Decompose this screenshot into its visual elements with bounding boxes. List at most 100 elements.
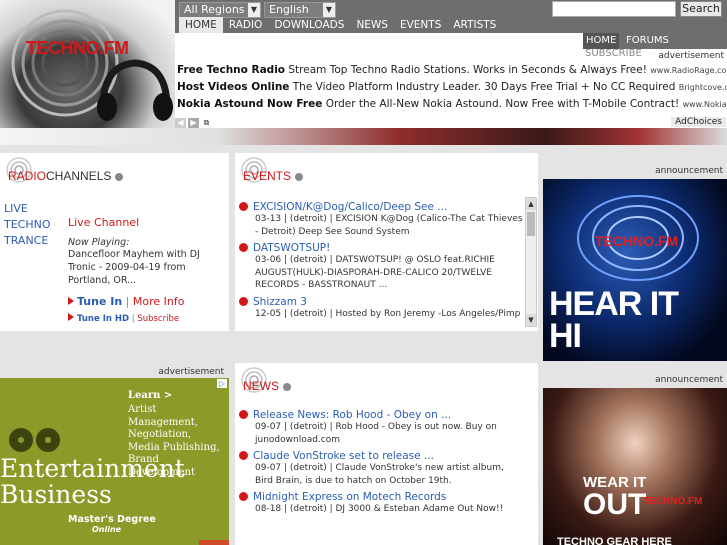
- text-ads: Free Techno Radio Stream Top Techno Radi…: [177, 64, 727, 115]
- ad-online: Online: [92, 525, 122, 534]
- announcement-label: announcement: [655, 166, 723, 176]
- events-panel: EVENTS EXCISION/K@Dog/Calico/Deep See ..…: [235, 153, 538, 331]
- entertainment-business-ad[interactable]: ▷ Learn > Artist Management, Negotiation…: [0, 378, 229, 545]
- list-item: Claude VonStroke set to release ... 09-0…: [239, 450, 523, 487]
- news-link[interactable]: Claude VonStroke set to release ...: [253, 450, 434, 462]
- tune-in-hd-link[interactable]: Tune In HD: [77, 314, 129, 324]
- ad-headline: Entertainment Business: [0, 454, 185, 509]
- subnav-forums[interactable]: FORUMS: [626, 35, 669, 46]
- next-arrow-icon[interactable]: ▶: [188, 118, 199, 128]
- banner-brand: TECHNO.FM: [595, 233, 679, 249]
- events-scrollbar[interactable]: ▲ ▼: [525, 197, 537, 327]
- announcement-banner-hear-it[interactable]: TECHNO.FM HEAR IT HI QUALITY: [543, 179, 727, 361]
- settings-icon[interactable]: [115, 172, 124, 181]
- subnav-subscribe[interactable]: SUBSCRIBE: [585, 48, 642, 59]
- announcement-banner-wear-it[interactable]: WEAR IT OUT TECHNO.FM TECHNO GEAR HERE: [543, 388, 727, 545]
- language-select[interactable]: English ▼: [264, 2, 336, 18]
- event-link[interactable]: EXCISION/K@Dog/Calico/Deep See ...: [253, 201, 447, 213]
- event-details: 03-06 | (detroit) | DATSWOTSUP! @ OSLO f…: [255, 255, 495, 290]
- nav-downloads[interactable]: DOWNLOADS: [268, 17, 350, 33]
- settings-icon[interactable]: [283, 382, 291, 391]
- search-button[interactable]: Search: [680, 1, 722, 17]
- text-ad[interactable]: Free Techno Radio Stream Top Techno Radi…: [177, 64, 727, 81]
- subnav-home[interactable]: HOME: [583, 33, 620, 49]
- news-details: 09-07 | (detroit) | Rob Hood - Obey is o…: [255, 422, 497, 445]
- film-reel-icon: [9, 428, 60, 452]
- more-info-link[interactable]: More Info: [133, 295, 185, 308]
- tab-live[interactable]: LIVE: [4, 201, 51, 217]
- info-icon: [239, 410, 248, 419]
- news-list: Release News: Rob Hood - Obey on ... 09-…: [239, 409, 523, 520]
- live-channel-title: Live Channel: [68, 216, 140, 229]
- banner-brand: TECHNO.FM: [643, 496, 703, 507]
- announcement-label: announcement: [655, 375, 723, 385]
- tab-trance[interactable]: TRANCE: [4, 233, 51, 249]
- adchoices-link[interactable]: AdChoices: [671, 117, 726, 127]
- nav-home[interactable]: HOME: [179, 17, 223, 33]
- tab-techno[interactable]: TECHNO: [4, 217, 51, 233]
- banner-line-2: HI QUALITY: [549, 317, 692, 361]
- adchoices-icon[interactable]: ▷: [216, 379, 227, 388]
- region-select[interactable]: All Regions ▼: [179, 2, 261, 18]
- play-icon: [68, 313, 74, 321]
- event-link[interactable]: Shizzam 3: [253, 296, 307, 308]
- settings-icon[interactable]: [295, 172, 304, 181]
- nav-events[interactable]: EVENTS: [394, 17, 447, 33]
- radio-content: Live Channel Now Playing: Dancefloor May…: [68, 216, 223, 324]
- list-item: Shizzam 3 12-05 | (detroit) | Hosted by …: [239, 296, 523, 321]
- top-nav-bar: All Regions ▼ English ▼ Search HOME RADIO …: [175, 0, 727, 33]
- main-nav: HOME RADIO DOWNLOADS NEWS EVENTS ARTISTS: [179, 17, 502, 33]
- nav-news[interactable]: NEWS: [350, 17, 394, 33]
- separator: |: [131, 314, 135, 324]
- news-panel: NEWS Release News: Rob Hood - Obey on ..…: [235, 363, 538, 545]
- radio-channels-panel: RADIOCHANNELS LIVE TECHNO TRANCE Live Ch…: [0, 153, 229, 331]
- scrollbar-thumb[interactable]: [527, 212, 535, 236]
- scroll-up-icon[interactable]: ▲: [526, 198, 536, 210]
- headphones-icon: [97, 59, 173, 121]
- text-ad[interactable]: Nokia Astound Now Free Order the All-New…: [177, 98, 727, 115]
- ad-learn: Learn >: [128, 390, 173, 401]
- search-input[interactable]: [552, 1, 676, 17]
- news-details: 09-07 | (detroit) | Claude VonStroke's n…: [255, 463, 504, 486]
- site-logo[interactable]: TECHNO.FM: [0, 0, 175, 128]
- scroll-down-icon[interactable]: ▼: [526, 314, 536, 326]
- panel-title: NEWS: [243, 379, 291, 393]
- event-link[interactable]: DATSWOTSUP!: [253, 242, 330, 254]
- info-icon: [239, 296, 248, 306]
- tune-in-hd-row: Tune In HD | Subscribe: [68, 313, 223, 324]
- info-icon: [239, 202, 248, 211]
- nav-artists[interactable]: ARTISTS: [447, 17, 502, 33]
- banner-line-2: OUT: [583, 488, 647, 521]
- ad-pager: ◀ ▶ ⧉: [175, 118, 212, 128]
- event-details: 12-05 | (detroit) | Hosted by Ron Jeremy…: [255, 308, 521, 319]
- list-item: EXCISION/K@Dog/Calico/Deep See ... 03-13…: [239, 201, 523, 238]
- nav-radio[interactable]: RADIO: [223, 17, 269, 33]
- tune-in-link[interactable]: Tune In: [77, 295, 122, 308]
- panel-title: EVENTS: [243, 169, 304, 183]
- list-item: Release News: Rob Hood - Obey on ... 09-…: [239, 409, 523, 446]
- play-icon: [68, 297, 74, 305]
- expand-icon[interactable]: ⧉: [201, 118, 212, 128]
- banner-bottom-text: TECHNO GEAR HERE: [557, 536, 672, 545]
- news-link[interactable]: Midnight Express on Motech Records: [253, 491, 446, 503]
- prev-arrow-icon[interactable]: ◀: [175, 118, 186, 128]
- site-header: TECHNO.FM All Regions ▼ English ▼ Search H…: [0, 0, 727, 145]
- advertisement-label: advertisement: [158, 367, 224, 377]
- header-decorative-band: [0, 128, 727, 145]
- events-list: EXCISION/K@Dog/Calico/Deep See ... 03-13…: [239, 201, 523, 324]
- text-ad[interactable]: Host Videos Online The Video Platform In…: [177, 81, 727, 98]
- advertisement-label: advertisement: [658, 51, 724, 61]
- sub-nav: HOME FORUMS: [583, 33, 727, 49]
- separator: |: [125, 295, 130, 308]
- now-playing-text: Dancefloor Mayhem with DJ Tronic - 2009-…: [68, 249, 200, 286]
- list-item: Midnight Express on Motech Records 08-18…: [239, 491, 523, 516]
- tune-in-row: Tune In | More Info: [68, 295, 223, 308]
- ad-degree: Master's Degree: [68, 514, 156, 525]
- panel-title: RADIOCHANNELS: [8, 169, 124, 183]
- now-playing-label: Now Playing:: [68, 237, 130, 248]
- ad-corner-decoration: [199, 540, 229, 545]
- subscribe-link[interactable]: Subscribe: [137, 314, 179, 324]
- news-link[interactable]: Release News: Rob Hood - Obey on ...: [253, 409, 451, 421]
- chevron-down-icon: ▼: [323, 3, 335, 17]
- chevron-down-icon: ▼: [248, 3, 260, 17]
